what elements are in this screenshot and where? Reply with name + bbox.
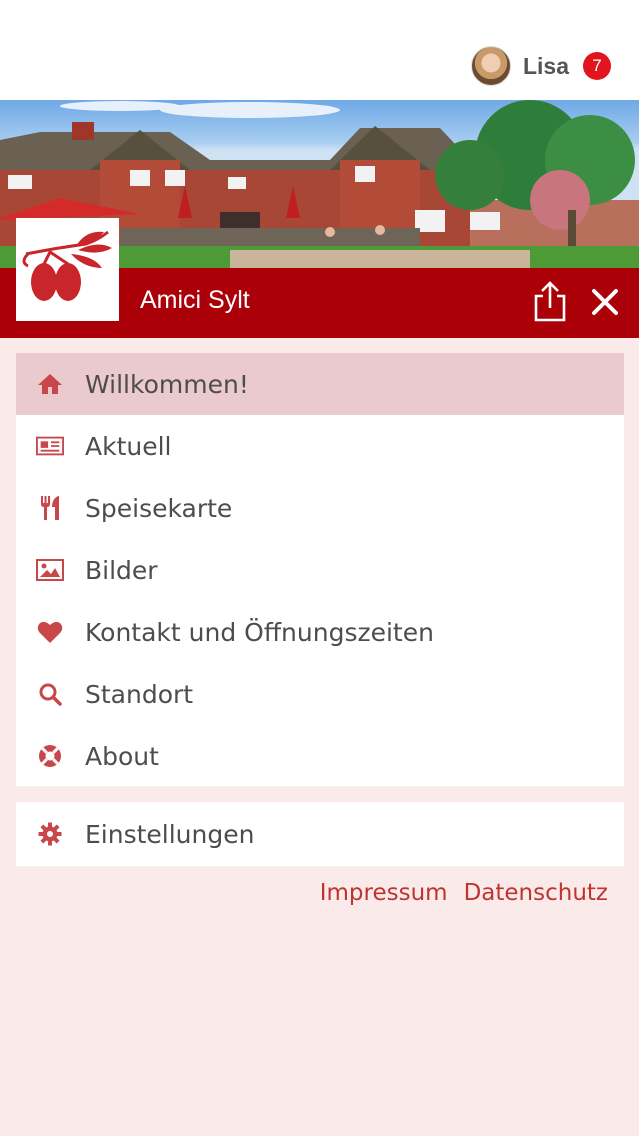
top-bar: Lisa 7 [0, 0, 639, 100]
avatar[interactable] [470, 46, 511, 86]
menu-item-aktuell[interactable]: Aktuell [16, 415, 624, 477]
menu-item-label: Speisekarte [85, 493, 233, 523]
menu-item-bilder[interactable]: Bilder [16, 539, 624, 601]
menu-item-kontakt[interactable]: Kontakt und Öffnungszeiten [16, 601, 624, 663]
menu-item-label: Willkommen! [85, 369, 249, 399]
menu-item-label: Standort [85, 679, 194, 709]
menu-item-einstellungen[interactable]: Einstellungen [16, 802, 624, 866]
settings-menu: Einstellungen [16, 802, 624, 866]
notification-badge[interactable]: 7 [583, 52, 611, 80]
user-name[interactable]: Lisa [523, 53, 569, 80]
share-button[interactable] [530, 280, 570, 324]
image-icon [36, 556, 64, 584]
search-icon [36, 680, 64, 708]
cutlery-icon [36, 494, 64, 522]
share-icon[interactable] [530, 280, 570, 324]
menu-item-label: Einstellungen [85, 819, 255, 849]
home-icon [36, 370, 64, 398]
navigation-menu: Willkommen! Aktuell Speisekarte Bilder K… [16, 353, 624, 786]
footer-links: Impressum Datenschutz [320, 880, 608, 906]
impressum-link[interactable]: Impressum [320, 880, 448, 906]
heart-icon [36, 618, 64, 646]
user-profile[interactable]: Lisa 7 [470, 45, 611, 87]
close-button[interactable] [586, 283, 624, 321]
menu-item-speisekarte[interactable]: Speisekarte [16, 477, 624, 539]
close-icon[interactable] [586, 283, 624, 321]
menu-item-label: Aktuell [85, 431, 172, 461]
menu-item-about[interactable]: About [16, 725, 624, 787]
menu-item-label: Bilder [85, 555, 158, 585]
newspaper-icon [36, 432, 64, 460]
restaurant-logo [16, 218, 119, 321]
gear-icon [36, 820, 64, 848]
about-icon [36, 742, 64, 770]
menu-item-willkommen[interactable]: Willkommen! [16, 353, 624, 415]
datenschutz-link[interactable]: Datenschutz [464, 880, 608, 906]
menu-item-label: About [85, 741, 159, 771]
menu-item-standort[interactable]: Standort [16, 663, 624, 725]
page-title: Amici Sylt [140, 286, 250, 314]
menu-item-label: Kontakt und Öffnungszeiten [85, 617, 434, 647]
